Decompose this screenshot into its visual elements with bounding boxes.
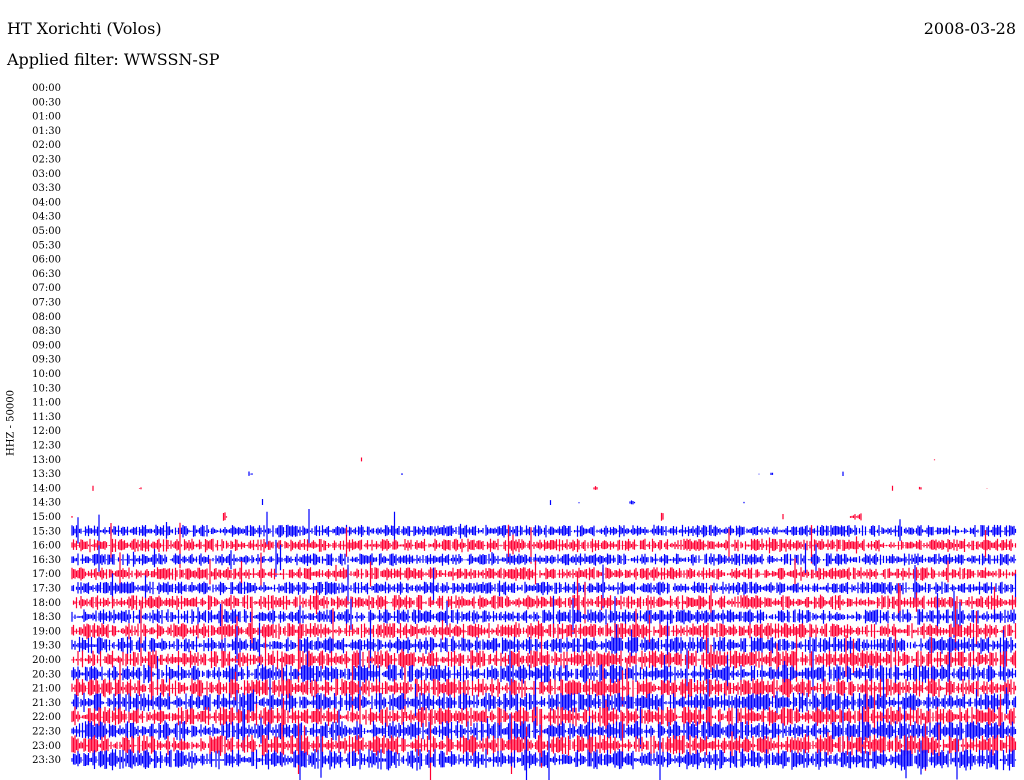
time-tick-label: 17:30 xyxy=(32,584,61,595)
time-tick-label: 10:00 xyxy=(32,369,61,380)
time-tick-label: 04:00 xyxy=(32,197,61,208)
helicorder-plot: 00:00 00:30 01:00 01:30 02:00 02:30 03:00 03:30… xyxy=(32,83,1017,780)
time-tick-label: 03:30 xyxy=(32,183,61,194)
time-tick-label: 12:00 xyxy=(32,426,61,437)
time-tick-label: 02:30 xyxy=(32,155,61,166)
time-tick-label: 19:30 xyxy=(32,641,61,652)
time-tick-label: 07:30 xyxy=(32,298,61,309)
time-tick-label: 13:00 xyxy=(32,455,61,466)
time-tick-label: 21:30 xyxy=(32,698,61,709)
time-tick-label: 05:00 xyxy=(32,226,61,237)
time-tick-labels: 00:00 00:30 01:00 01:30 02:00 02:30 03:00 03:30… xyxy=(32,83,61,766)
time-tick-label: 08:30 xyxy=(32,326,61,337)
time-tick-label: 18:00 xyxy=(32,598,61,609)
time-tick-label: 14:30 xyxy=(32,498,61,509)
time-tick-label: 10:30 xyxy=(32,383,61,394)
time-tick-label: 08:00 xyxy=(32,312,61,323)
time-tick-label: 17:00 xyxy=(32,569,61,580)
seismic-trace-row xyxy=(71,512,862,521)
time-tick-label: 06:00 xyxy=(32,255,61,266)
time-tick-label: 15:00 xyxy=(32,512,61,523)
seismic-trace-row xyxy=(248,471,844,476)
time-tick-label: 16:00 xyxy=(32,541,61,552)
time-tick-label: 23:30 xyxy=(32,755,61,766)
time-tick-label: 20:00 xyxy=(32,655,61,666)
time-tick-label: 16:30 xyxy=(32,555,61,566)
time-tick-label: 03:00 xyxy=(32,169,61,180)
time-tick-label: 06:30 xyxy=(32,269,61,280)
time-tick-label: 15:30 xyxy=(32,526,61,537)
time-tick-label: 02:00 xyxy=(32,140,61,151)
time-tick-label: 20:30 xyxy=(32,669,61,680)
time-tick-label: 14:00 xyxy=(32,483,61,494)
time-tick-label: 01:00 xyxy=(32,112,61,123)
time-tick-label: 04:30 xyxy=(32,212,61,223)
time-tick-label: 23:00 xyxy=(32,741,61,752)
time-tick-label: 11:00 xyxy=(32,398,61,409)
time-tick-label: 19:00 xyxy=(32,626,61,637)
time-tick-label: 07:00 xyxy=(32,283,61,294)
time-tick-label: 13:30 xyxy=(32,469,61,480)
time-tick-label: 22:00 xyxy=(32,712,61,723)
time-tick-label: 18:30 xyxy=(32,612,61,623)
time-tick-label: 01:30 xyxy=(32,126,61,137)
time-tick-label: 09:00 xyxy=(32,340,61,351)
seismic-traces xyxy=(71,457,1017,780)
time-tick-label: 00:30 xyxy=(32,97,61,108)
time-tick-label: 00:00 xyxy=(32,83,61,94)
time-tick-label: 05:30 xyxy=(32,240,61,251)
time-tick-label: 09:30 xyxy=(32,355,61,366)
seismic-trace-row xyxy=(261,499,745,505)
seismic-trace-row xyxy=(360,457,936,462)
seismic-trace-row xyxy=(92,485,988,491)
time-tick-label: 21:00 xyxy=(32,684,61,695)
time-tick-label: 12:30 xyxy=(32,441,61,452)
time-tick-label: 11:30 xyxy=(32,412,61,423)
time-tick-label: 22:30 xyxy=(32,727,61,738)
